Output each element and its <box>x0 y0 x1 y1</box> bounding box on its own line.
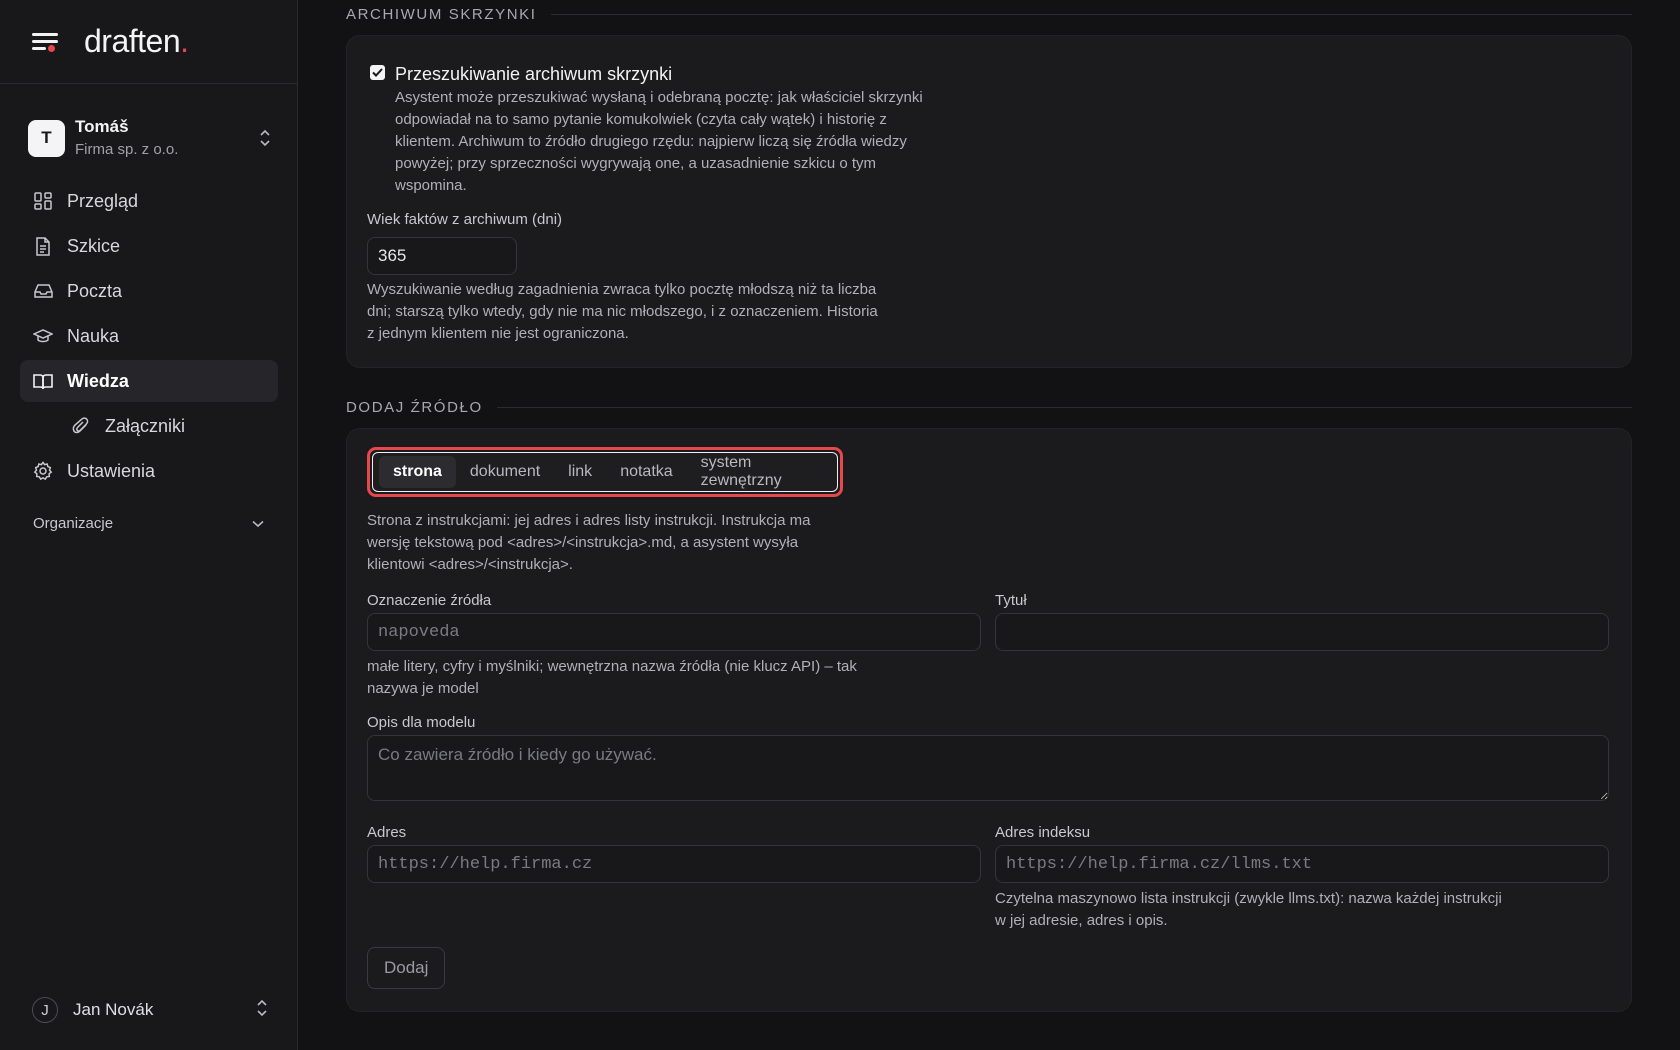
archive-search-option: Przeszukiwanie archiwum skrzynki Asysten… <box>370 63 925 197</box>
nav-item-nauka[interactable]: Nauka <box>20 315 278 357</box>
chevron-up-down-icon <box>256 999 268 1022</box>
nav-item-ustawienia[interactable]: Ustawienia <box>20 450 278 492</box>
main-content: ARCHIWUM SKRZYNKI Przeszukiwanie archiwu… <box>298 0 1680 1050</box>
section-title: DODAJ ŹRÓDŁO <box>346 398 483 416</box>
source-index-input[interactable] <box>995 845 1609 883</box>
nav-item-label: Szkice <box>67 235 121 256</box>
section-divider <box>496 406 1632 408</box>
menu-icon[interactable] <box>32 31 60 53</box>
tab-dokument[interactable]: dokument <box>456 456 554 488</box>
section-header-archive: ARCHIWUM SKRZYNKI <box>346 4 1632 24</box>
source-type-tabs-highlight: strona dokument link notatka system zewn… <box>367 447 843 497</box>
archive-card: Przeszukiwanie archiwum skrzynki Asysten… <box>346 35 1632 368</box>
org-avatar: T <box>28 119 65 157</box>
nav-item-label: Wiedza <box>67 370 129 391</box>
app-logo[interactable]: draften. <box>84 23 189 60</box>
source-type-tabs: strona dokument link notatka system zewn… <box>372 452 838 492</box>
main-nav: Przegląd Szkice Poczta Nauka Wiedza Załą… <box>20 180 278 538</box>
nav-item-label: Załączniki <box>105 415 186 436</box>
nav-item-zalaczniki[interactable]: Załączniki <box>20 405 278 447</box>
source-description-textarea[interactable] <box>367 735 1609 801</box>
nav-item-poczta[interactable]: Poczta <box>20 270 278 312</box>
source-index-help: Czytelna maszynowo lista instrukcji (zwy… <box>995 890 1502 929</box>
source-id-input[interactable] <box>367 613 981 651</box>
source-title-input[interactable] <box>995 613 1609 651</box>
chevron-up-down-icon <box>258 129 272 147</box>
gear-icon <box>33 461 53 481</box>
tab-notatka[interactable]: notatka <box>606 456 686 488</box>
nav-item-label: Poczta <box>67 280 123 301</box>
tab-link[interactable]: link <box>554 456 606 488</box>
nav-group-label: Organizacje <box>33 514 114 532</box>
grid-icon <box>33 191 53 211</box>
source-title-label: Tytuł <box>995 592 1027 609</box>
source-id-label: Oznaczenie źródła <box>367 592 492 609</box>
archive-age-input[interactable] <box>367 237 517 275</box>
nav-item-wiedza[interactable]: Wiedza <box>20 360 278 402</box>
user-avatar: J <box>32 997 58 1023</box>
archive-search-label[interactable]: Przeszukiwanie archiwum skrzynki <box>395 63 925 85</box>
nav-item-szkice[interactable]: Szkice <box>20 225 278 267</box>
source-index-label: Adres indeksu <box>995 824 1091 841</box>
user-name: Jan Novák <box>73 1000 154 1019</box>
organization-switcher[interactable]: T Tomáš Firma sp. z o.o. <box>28 116 272 160</box>
org-user-name: Tomáš <box>75 116 129 136</box>
add-source-button[interactable]: Dodaj <box>367 947 446 989</box>
section-divider <box>550 13 1632 15</box>
nav-group-organizacje[interactable]: Organizacje <box>20 508 278 538</box>
brand-bar: draften. <box>0 0 297 84</box>
section-title: ARCHIWUM SKRZYNKI <box>346 5 537 23</box>
source-type-help: Strona z instrukcjami: jej adres i adres… <box>367 512 811 573</box>
nav-item-label: Przegląd <box>67 190 139 211</box>
org-company-name: Firma sp. z o.o. <box>75 140 179 158</box>
section-header-add-source: DODAJ ŹRÓDŁO <box>346 397 1632 417</box>
inbox-icon <box>33 281 53 301</box>
archive-search-help: Asystent może przeszukiwać wysłaną i ode… <box>395 89 923 194</box>
chevron-down-icon <box>252 515 264 532</box>
nav-item-label: Nauka <box>67 325 120 346</box>
nav-item-label: Ustawienia <box>67 460 156 481</box>
nav-item-przeglad[interactable]: Przegląd <box>20 180 278 222</box>
sidebar: draften. T Tomáš Firma sp. z o.o. Przegl… <box>0 0 298 1050</box>
archive-search-checkbox[interactable] <box>370 65 385 80</box>
source-url-input[interactable] <box>367 845 981 883</box>
tab-system-zewnetrzny[interactable]: system zewnętrzny <box>687 454 837 489</box>
source-id-help: małe litery, cyfry i myślniki; wewnętrzn… <box>367 658 857 697</box>
user-menu[interactable]: J Jan Novák <box>32 995 268 1025</box>
paperclip-icon <box>71 416 91 436</box>
archive-age-label: Wiek faktów z archiwum (dni) <box>367 211 563 228</box>
document-icon <box>33 236 53 256</box>
source-description-label: Opis dla modelu <box>367 714 476 731</box>
book-icon <box>33 371 53 391</box>
add-source-card: strona dokument link notatka system zewn… <box>346 428 1632 1012</box>
source-url-label: Adres <box>367 824 407 841</box>
archive-age-help: Wyszukiwanie według zagadnienia zwraca t… <box>367 281 878 342</box>
tab-strona[interactable]: strona <box>379 456 456 488</box>
graduation-cap-icon <box>33 326 53 346</box>
